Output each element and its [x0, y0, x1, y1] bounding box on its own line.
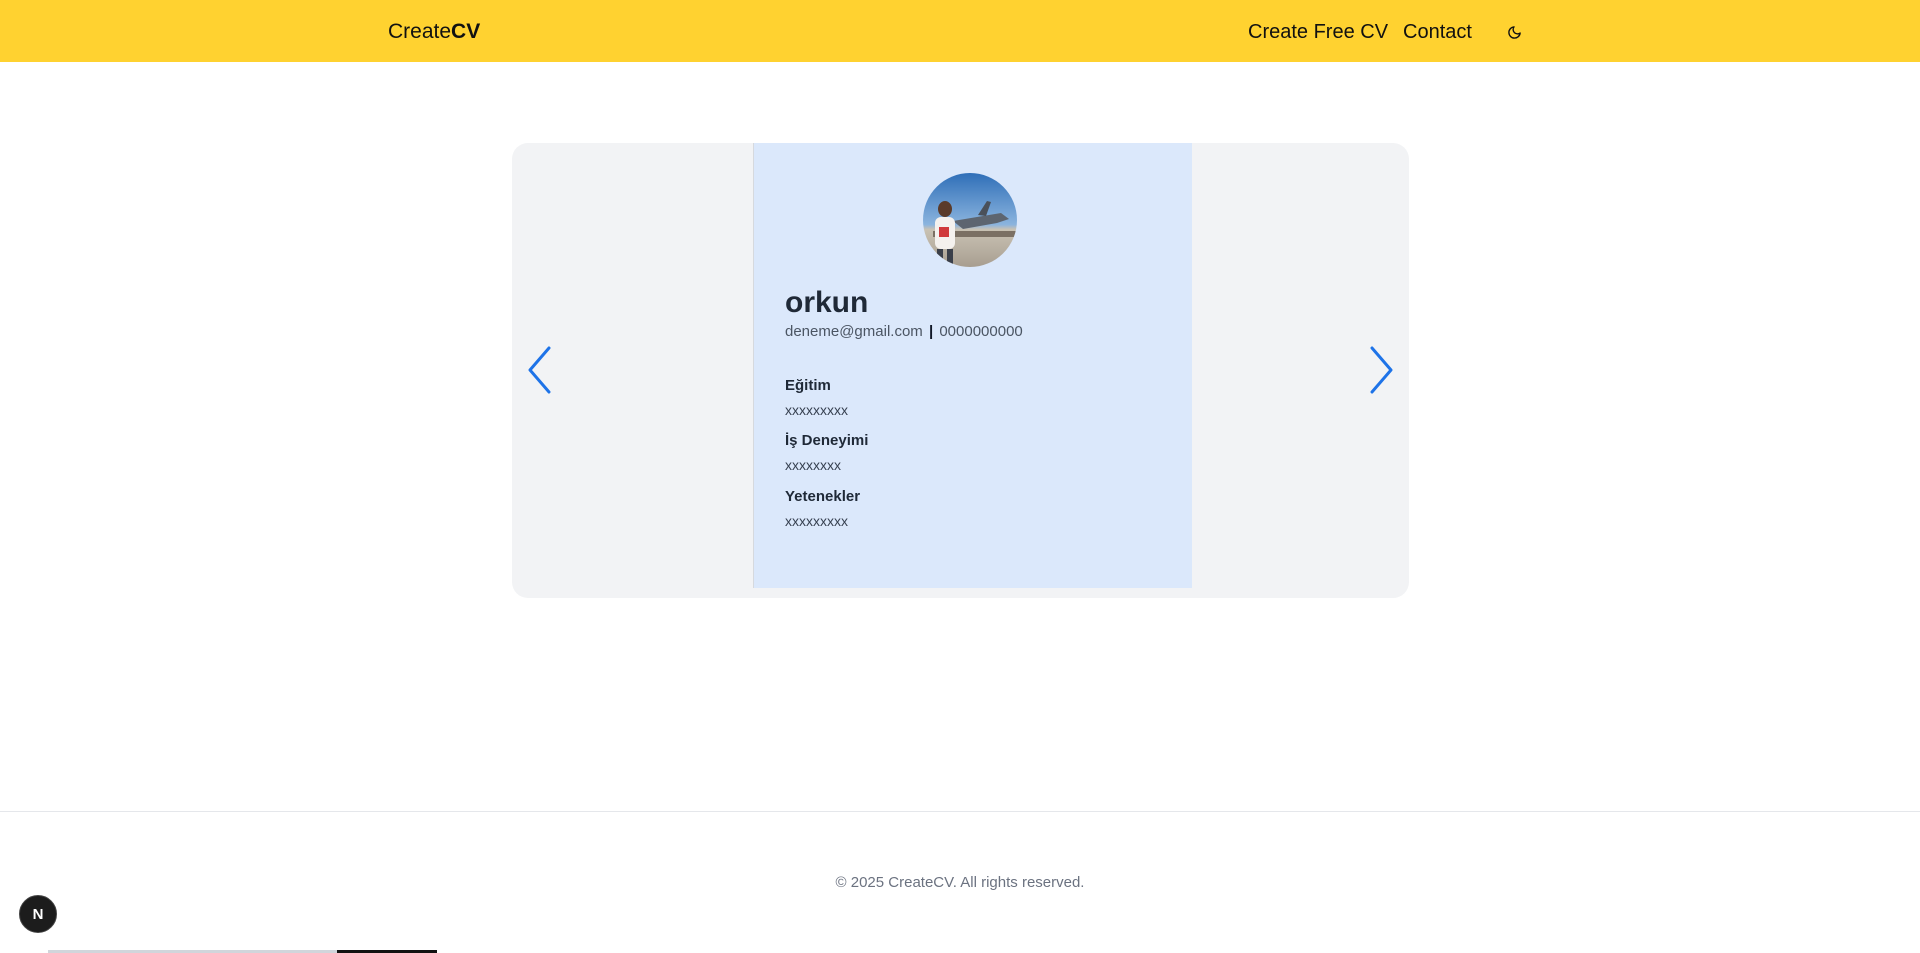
cv-phone: 0000000000	[939, 323, 1023, 340]
brand-logo-link[interactable]: CreateCV	[388, 19, 480, 45]
cv-email: deneme@gmail.com	[785, 323, 923, 340]
chevron-right-icon	[1370, 346, 1393, 394]
footer-copyright: © 2025 CreateCV. All rights reserved.	[835, 874, 1085, 891]
section-title-education: Eğitim	[785, 377, 831, 394]
section-value-experience: xxxxxxxx	[785, 457, 841, 473]
contact-separator: |	[928, 323, 934, 340]
section-title-experience: İş Deneyimi	[785, 432, 869, 449]
top-navbar: CreateCV Create Free CV Contact	[0, 0, 1920, 62]
theme-toggle-button[interactable]	[1502, 20, 1526, 44]
chevron-left-icon	[528, 346, 551, 394]
footer-divider	[0, 811, 1920, 812]
carousel-prev-button[interactable]	[520, 342, 560, 398]
section-value-education: xxxxxxxxx	[785, 402, 848, 418]
cv-preview-card[interactable]: orkun deneme@gmail.com | 0000000000 Eğit…	[753, 143, 1192, 588]
nextjs-logo-icon: N	[33, 906, 44, 923]
nextjs-dev-badge[interactable]: N	[19, 895, 57, 933]
carousel-next-button[interactable]	[1361, 342, 1401, 398]
brand-bold: CV	[451, 20, 481, 43]
moon-icon	[1507, 25, 1521, 39]
section-title-skills: Yetenekler	[785, 488, 861, 505]
nav-create-free-cv-link[interactable]: Create Free CV	[1248, 19, 1388, 45]
section-value-skills: xxxxxxxxx	[785, 513, 848, 529]
cv-contact-line: deneme@gmail.com | 0000000000	[785, 322, 1023, 342]
cv-name: orkun	[785, 286, 869, 319]
cv-template-carousel: orkun deneme@gmail.com | 0000000000 Eğit…	[512, 143, 1409, 598]
profile-photo	[923, 173, 1017, 267]
svg-text:N: N	[33, 906, 44, 923]
brand-prefix: Create	[388, 20, 452, 43]
nav-contact-link[interactable]: Contact	[1403, 19, 1472, 45]
